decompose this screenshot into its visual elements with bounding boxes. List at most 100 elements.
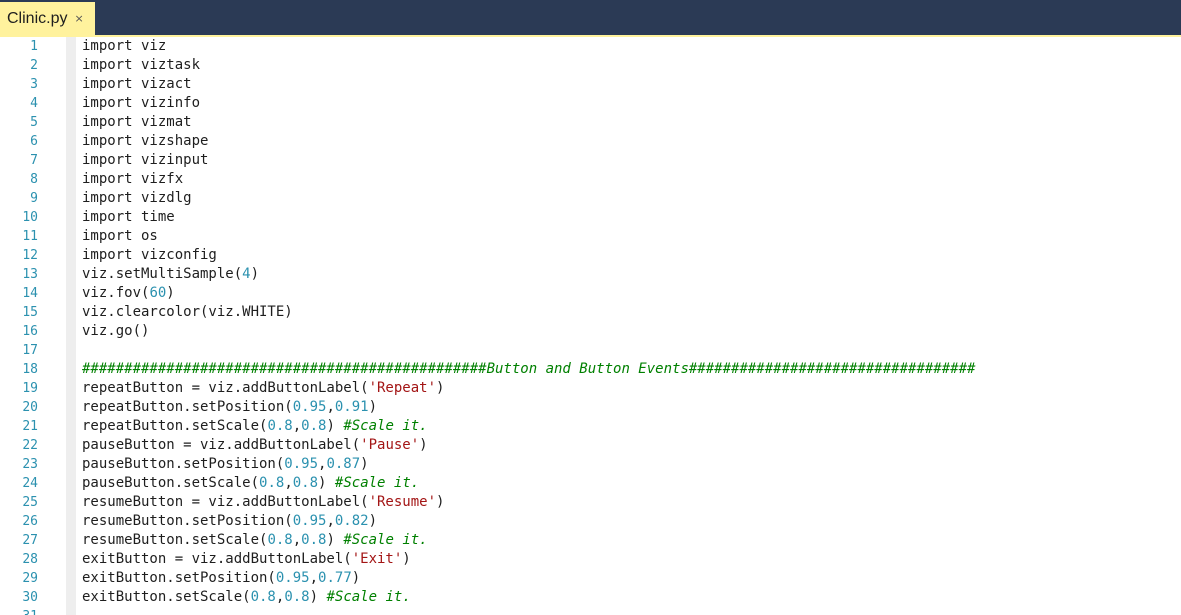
code-token: import vizshape	[82, 133, 209, 149]
code-token: ,	[284, 475, 293, 491]
code-line[interactable]: resumeButton.setScale(0.8,0.8) #Scale it…	[82, 531, 428, 550]
line-number: 2	[30, 58, 38, 73]
code-line[interactable]: import viz	[82, 37, 166, 56]
number-literal: 0.8	[301, 532, 327, 548]
code-line[interactable]: pauseButton = viz.addButtonLabel('Pause'…	[82, 436, 428, 455]
line-number: 27	[22, 533, 38, 548]
number-literal: 4	[242, 266, 251, 282]
number-literal: 0.8	[267, 418, 293, 434]
code-line[interactable]: import vizshape	[82, 132, 208, 151]
line-number: 19	[22, 381, 38, 396]
string-literal: 'Resume'	[368, 494, 437, 510]
code-token: repeatButton.setPosition(	[82, 399, 293, 415]
code-token: )	[368, 513, 378, 529]
code-token: repeatButton = viz.addButtonLabel(	[82, 380, 369, 396]
code-token: import vizdlg	[82, 190, 192, 206]
code-line[interactable]: exitButton.setPosition(0.95,0.77)	[82, 569, 360, 588]
code-line[interactable]: import vizconfig	[82, 246, 217, 265]
line-number: 8	[30, 172, 38, 187]
code-token: )	[326, 418, 344, 434]
line-number: 13	[22, 267, 38, 282]
code-token: viz.setMultiSample(	[82, 266, 243, 282]
line-number: 11	[22, 229, 38, 244]
code-line[interactable]: viz.fov(60)	[82, 284, 175, 303]
code-line[interactable]: import vizact	[82, 75, 192, 94]
code-line[interactable]: viz.go()	[82, 322, 149, 341]
number-literal: 0.95	[275, 570, 310, 586]
code-token: ,	[292, 418, 302, 434]
code-line[interactable]: repeatButton = viz.addButtonLabel('Repea…	[82, 379, 444, 398]
code-token: import os	[82, 228, 158, 244]
number-literal: 0.82	[334, 513, 369, 529]
comment: #Scale it.	[326, 589, 411, 605]
code-line[interactable]: import os	[82, 227, 158, 246]
code-token: resumeButton.setPosition(	[82, 513, 293, 529]
code-token: import viztask	[82, 57, 201, 73]
number-literal: 0.8	[301, 418, 327, 434]
line-number: 10	[22, 210, 38, 225]
number-literal: 60	[149, 285, 167, 301]
line-number: 24	[22, 476, 38, 491]
code-token: import vizfx	[82, 171, 184, 187]
code-line[interactable]: import vizmat	[82, 113, 192, 132]
line-number: 1	[30, 39, 38, 54]
code-line[interactable]: viz.setMultiSample(4)	[82, 265, 259, 284]
line-number: 12	[22, 248, 38, 263]
number-literal: 0.8	[259, 475, 285, 491]
code-line[interactable]: pauseButton.setScale(0.8,0.8) #Scale it.	[82, 474, 419, 493]
code-line[interactable]: import viztask	[82, 56, 200, 75]
code-line[interactable]: repeatButton.setScale(0.8,0.8) #Scale it…	[82, 417, 428, 436]
code-line[interactable]: import vizfx	[82, 170, 183, 189]
code-token: )	[309, 589, 327, 605]
code-token: exitButton = viz.addButtonLabel(	[82, 551, 352, 567]
tab-clinic-py[interactable]: Clinic.py ×	[0, 2, 95, 35]
number-literal: 0.87	[326, 456, 361, 472]
code-token: ,	[292, 532, 302, 548]
line-number: 28	[22, 552, 38, 567]
line-number: 14	[22, 286, 38, 301]
code-line[interactable]: import vizdlg	[82, 189, 192, 208]
code-token: import time	[82, 209, 175, 225]
code-token: viz.go()	[82, 323, 150, 339]
code-token: viz.clearcolor(viz.WHITE)	[82, 304, 293, 320]
code-token: )	[250, 266, 260, 282]
code-token: pauseButton.setPosition(	[82, 456, 285, 472]
line-number: 3	[30, 77, 38, 92]
code-token: exitButton.setPosition(	[82, 570, 276, 586]
code-text-area[interactable]: import viz import viztask import vizact imp…	[82, 37, 1181, 615]
line-number: 25	[22, 495, 38, 510]
code-token: pauseButton = viz.addButtonLabel(	[82, 437, 361, 453]
code-token: )	[419, 437, 428, 453]
comment: ########################################…	[82, 361, 976, 377]
code-line[interactable]: resumeButton.setPosition(0.95,0.82)	[82, 512, 377, 531]
code-line[interactable]: import time	[82, 208, 175, 227]
line-number: 20	[22, 400, 38, 415]
code-token: )	[402, 551, 411, 567]
code-line[interactable]: pauseButton.setPosition(0.95,0.87)	[82, 455, 369, 474]
code-line[interactable]: exitButton.setScale(0.8,0.8) #Scale it.	[82, 588, 411, 607]
comment: #Scale it.	[343, 418, 428, 434]
code-token: viz.fov(	[82, 285, 150, 301]
number-literal: 0.77	[318, 570, 352, 586]
code-line[interactable]: ########################################…	[82, 360, 975, 379]
line-number: 5	[30, 115, 38, 130]
line-number: 18	[22, 362, 38, 377]
code-line[interactable]: resumeButton = viz.addButtonLabel('Resum…	[82, 493, 444, 512]
string-literal: 'Exit'	[351, 551, 403, 567]
code-token: )	[360, 456, 369, 472]
code-line[interactable]: repeatButton.setPosition(0.95,0.91)	[82, 398, 377, 417]
code-line[interactable]: exitButton = viz.addButtonLabel('Exit')	[82, 550, 411, 569]
tab-bar: Clinic.py ×	[0, 0, 1181, 35]
number-literal: 0.95	[292, 513, 327, 529]
code-line[interactable]: import vizinput	[82, 151, 208, 170]
number-literal: 0.8	[284, 589, 310, 605]
selection-margin	[66, 37, 76, 615]
line-number: 30	[22, 590, 38, 605]
close-icon[interactable]: ×	[74, 13, 83, 24]
editor-pane[interactable]: 1 2 3 4 5 6 7 8 9 10 11 12 13 14 15 16 17 18 19 20 21 22 23 24 2…	[0, 37, 1181, 615]
code-line[interactable]: import vizinfo	[82, 94, 200, 113]
number-literal: 0.95	[284, 456, 319, 472]
code-line[interactable]: viz.clearcolor(viz.WHITE)	[82, 303, 293, 322]
code-token: import vizinput	[82, 152, 209, 168]
code-token: ,	[309, 570, 319, 586]
